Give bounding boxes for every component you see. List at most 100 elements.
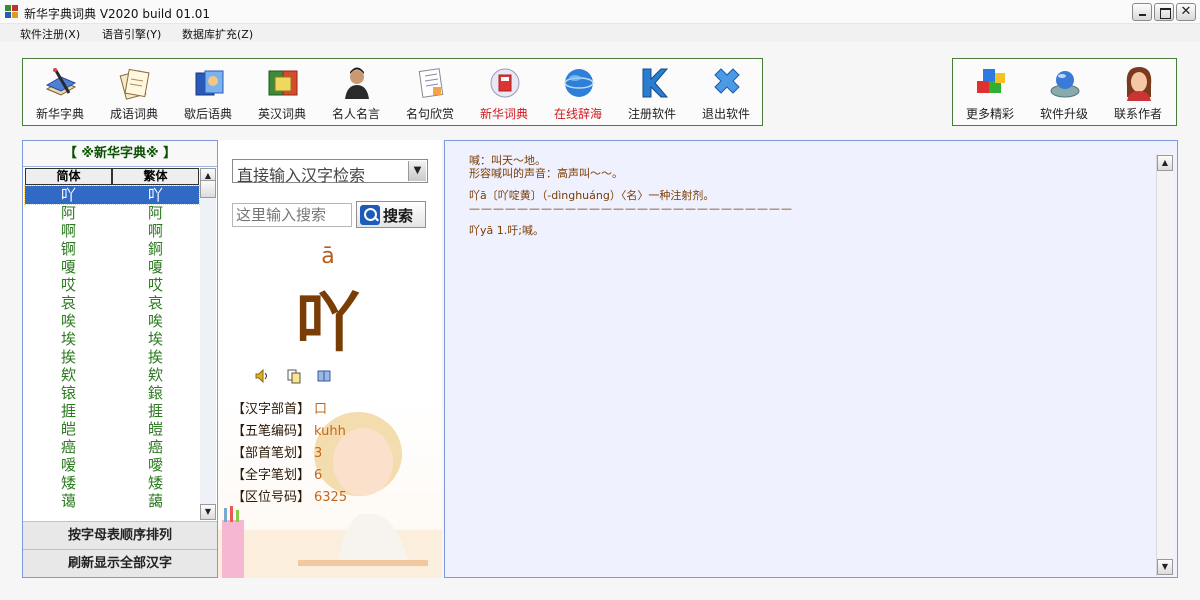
simplified-char: 唉 xyxy=(60,312,76,330)
traditional-char: 藹 xyxy=(147,492,163,510)
simplified-char: 蔼 xyxy=(60,492,76,510)
pinyin-display: ā xyxy=(321,244,335,269)
simplified-char: 嗄 xyxy=(60,258,76,276)
dictionary-book-icon xyxy=(45,68,77,96)
scroll-down-button[interactable]: ▼ xyxy=(200,504,216,520)
tool-label: 联系作者 xyxy=(1113,107,1162,121)
sort-alphabet-button[interactable]: 按字母表顺序排列 xyxy=(23,521,217,549)
refresh-all-button[interactable]: 刷新显示全部汉字 xyxy=(23,549,217,577)
register-icon xyxy=(642,68,669,98)
tool-exit-software[interactable]: 退出软件 xyxy=(689,59,763,125)
tool-contact-author[interactable]: 联系作者 xyxy=(1101,59,1175,125)
search-input[interactable] xyxy=(232,203,352,227)
list-item[interactable]: 皑皚 xyxy=(25,420,199,438)
list-scrollbar[interactable]: ▲ ▼ xyxy=(200,168,216,520)
simplified-char: 锿 xyxy=(60,384,76,402)
simplified-char: 啊 xyxy=(60,222,76,240)
list-item[interactable]: 矮矮 xyxy=(25,474,199,492)
traditional-char: 吖 xyxy=(147,186,163,204)
list-item[interactable]: 捱捱 xyxy=(25,402,199,420)
english-dict-icon xyxy=(268,70,298,96)
list-item[interactable]: 锕錒 xyxy=(25,240,199,258)
list-item[interactable]: 嗄嗄 xyxy=(25,258,199,276)
list-item[interactable]: 挨挨 xyxy=(25,348,199,366)
traditional-char: 嗄 xyxy=(147,258,163,276)
list-item[interactable]: 锿鎄 xyxy=(25,384,199,402)
list-item[interactable]: 蔼藹 xyxy=(25,492,199,510)
list-item[interactable]: 吖吖 xyxy=(24,185,200,205)
tool-yinghan-cidian[interactable]: 英汉词典 xyxy=(245,59,319,125)
extra-toolbar: 更多精彩 软件升级 联系作者 xyxy=(952,58,1177,126)
tool-xinhua-zidian[interactable]: 新华字典 xyxy=(23,59,97,125)
tool-label: 更多精彩 xyxy=(965,107,1014,121)
traditional-char: 唉 xyxy=(147,312,163,330)
chevron-down-icon[interactable]: ▼ xyxy=(408,161,426,181)
list-item[interactable]: 哀哀 xyxy=(25,294,199,312)
author-avatar-icon xyxy=(1126,67,1152,101)
tool-xiehouyu[interactable]: 歇后语典 xyxy=(171,59,245,125)
main-toolbar: 新华字典 成语词典 歇后语典 英汉词典 名人名言 名句欣赏 新华词典 在线辞海 … xyxy=(22,58,763,126)
definition-panel: 喊：叫天～地。 形容喊叫的声音：高声叫～～。 吖ā〔吖啶黄〕（-dìnghuáng）… xyxy=(444,140,1178,578)
menu-voice-engine[interactable]: 语音引擎(Y) xyxy=(102,26,161,42)
tool-label: 名句欣赏 xyxy=(405,107,454,121)
traditional-char: 錒 xyxy=(147,240,163,258)
list-item[interactable]: 欸欸 xyxy=(25,366,199,384)
scroll-down-button[interactable]: ▼ xyxy=(1157,559,1173,575)
app-icon[interactable] xyxy=(5,5,19,18)
traditional-char: 捱 xyxy=(147,402,163,420)
traditional-char: 挨 xyxy=(147,348,163,366)
search-icon xyxy=(360,205,380,225)
definition-scrollbar[interactable]: ▲ ▼ xyxy=(1156,154,1173,576)
close-button[interactable]: ✕ xyxy=(1176,3,1196,21)
search-mode-select[interactable]: 直接输入汉字检索 ▼ xyxy=(232,159,428,185)
scroll-up-button[interactable]: ▲ xyxy=(1157,155,1173,171)
simplified-char: 欸 xyxy=(60,366,76,384)
copy-icon[interactable] xyxy=(286,368,302,384)
simplified-char: 吖 xyxy=(60,186,76,204)
tool-zaixian-cihai[interactable]: 在线辞海 xyxy=(541,59,615,125)
traditional-char: 皚 xyxy=(147,420,163,438)
list-item[interactable]: 埃埃 xyxy=(25,330,199,348)
tool-mingju-xinshang[interactable]: 名句欣赏 xyxy=(393,59,467,125)
tool-more-content[interactable]: 更多精彩 xyxy=(953,59,1027,125)
speaker-icon[interactable] xyxy=(254,368,270,384)
book-icon[interactable] xyxy=(316,368,332,384)
info-label: 【汉字部首】 xyxy=(232,402,311,417)
list-item[interactable]: 嗳噯 xyxy=(25,456,199,474)
search-mode-value: 直接输入汉字检索 xyxy=(237,166,366,185)
list-item[interactable]: 哎哎 xyxy=(25,276,199,294)
close-icon: ✕ xyxy=(1180,4,1192,19)
definition-line xyxy=(469,180,1149,189)
menu-database[interactable]: 数据库扩充(Z) xyxy=(182,26,253,42)
simplified-char: 矮 xyxy=(60,474,76,492)
tool-label: 英汉词典 xyxy=(257,107,306,121)
menu-register[interactable]: 软件注册(X) xyxy=(20,26,80,42)
tool-upgrade[interactable]: 软件升级 xyxy=(1027,59,1101,125)
column-simplified[interactable]: 简体 xyxy=(25,168,112,185)
traditional-char: 欸 xyxy=(147,366,163,384)
simplified-char: 癌 xyxy=(60,438,76,456)
maximize-button[interactable] xyxy=(1154,3,1174,21)
scroll-thumb[interactable] xyxy=(200,180,216,198)
simplified-char: 阿 xyxy=(60,204,76,222)
definition-text: 喊：叫天～地。 形容喊叫的声音：高声叫～～。 吖ā〔吖啶黄〕（-dìnghuáng）… xyxy=(469,154,1149,237)
simplified-char: 哀 xyxy=(60,294,76,312)
info-label: 【部首笔划】 xyxy=(232,446,311,461)
traditional-char: 埃 xyxy=(147,330,163,348)
list-item[interactable]: 啊啊 xyxy=(25,222,199,240)
tool-chengyu-cidian[interactable]: 成语词典 xyxy=(97,59,171,125)
list-item[interactable]: 阿阿 xyxy=(25,204,199,222)
info-radical-strokes: 【部首笔划】 3 xyxy=(232,442,322,461)
minimize-button[interactable] xyxy=(1132,3,1152,21)
tool-label: 退出软件 xyxy=(701,107,750,121)
tool-register-software[interactable]: 注册软件 xyxy=(615,59,689,125)
list-item[interactable]: 唉唉 xyxy=(25,312,199,330)
tool-label: 在线辞海 xyxy=(553,107,602,121)
column-traditional[interactable]: 繁体 xyxy=(112,168,199,185)
character-list: 吖吖阿阿啊啊锕錒嗄嗄哎哎哀哀唉唉埃埃挨挨欸欸锿鎄捱捱皑皚癌癌嗳噯矮矮蔼藹 xyxy=(24,185,200,510)
tool-xinhua-cidian[interactable]: 新华词典 xyxy=(467,59,541,125)
tool-mingren-mingyan[interactable]: 名人名言 xyxy=(319,59,393,125)
list-item[interactable]: 癌癌 xyxy=(25,438,199,456)
search-button[interactable]: 搜索 xyxy=(356,201,426,228)
simplified-char: 捱 xyxy=(60,402,76,420)
